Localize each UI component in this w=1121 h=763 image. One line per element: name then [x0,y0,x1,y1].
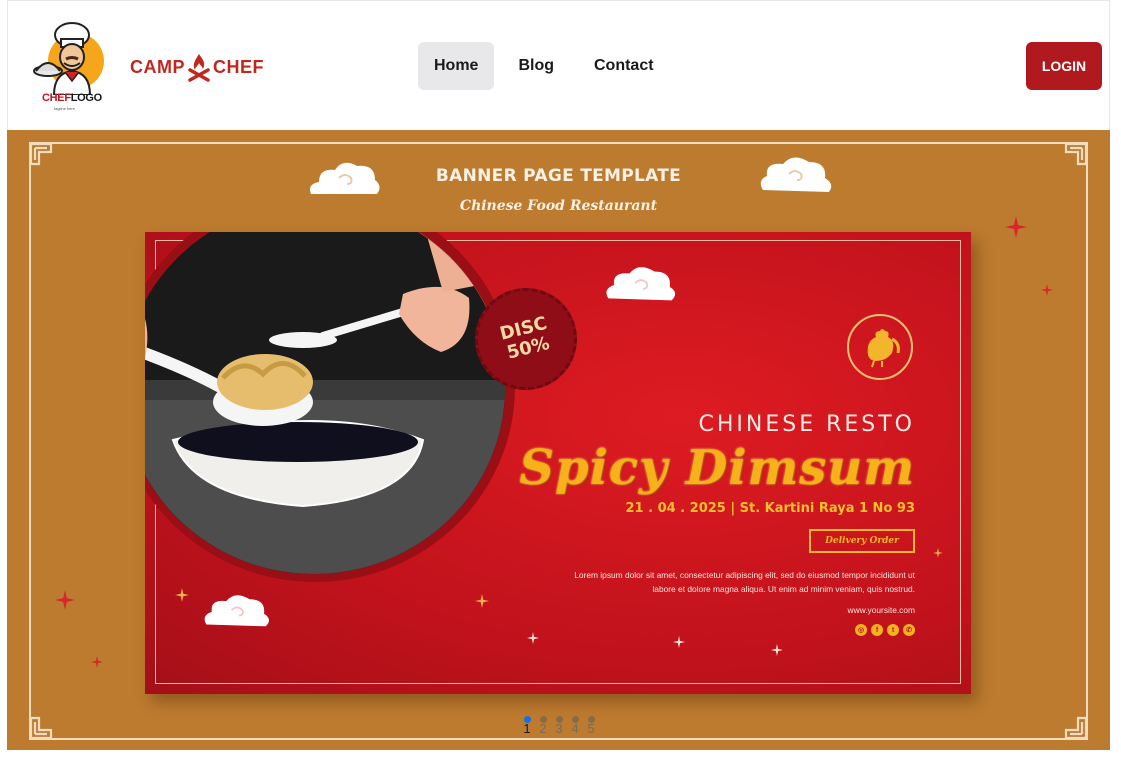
sparkle-icon [933,548,943,558]
chef-logo-tagline: tagline here [54,106,75,111]
camp-chef-logo[interactable]: CAMP CHEF [130,50,264,84]
chef-logo[interactable]: CHEFLOGO tagline here [32,19,112,111]
banner-title: BANNER PAGE TEMPLATE [435,166,682,186]
headline: Spicy Dimsum [519,440,915,496]
sparkle-icon [673,636,685,648]
sparkle-icon [527,632,539,644]
corner-ornament-icon [1064,142,1088,166]
main-nav: Home Blog Contact [418,42,670,90]
delivery-order-button[interactable]: Delivery Order [809,529,915,553]
website-link[interactable]: www.yoursite.com [848,605,915,615]
cloud-icon [606,267,676,301]
sparkle-icon [1041,284,1053,296]
nav-blog[interactable]: Blog [502,42,570,90]
instagram-icon[interactable]: ◎ [855,624,867,636]
sparkle-icon [1005,216,1027,238]
carousel-dot-number: 1 [523,721,531,736]
carousel-dot-4[interactable]: 4 [571,716,579,736]
sparkle-icon [175,588,189,602]
carousel-indicators: 1 2 3 4 5 [523,716,595,736]
corner-ornament-icon [29,142,53,166]
chef-logo-text: CHEFLOGO [42,92,102,104]
carousel-dot-number: 3 [555,721,563,736]
corner-ornament-icon [1064,716,1088,740]
social-icons: ◎ f t ✆ [855,624,915,636]
carousel-dot-number: 2 [539,721,547,736]
carousel-dot-1[interactable]: 1 [523,716,531,736]
chef-logo-word1: CHEF [42,92,71,104]
rooster-emblem [847,314,913,380]
camp-logo-word1: CAMP [130,56,185,77]
date-location: 21 . 04 . 2025 | St. Kartini Raya 1 No 9… [625,501,915,516]
site-header: CHEFLOGO tagline here CAMP CHEF Home Blo… [7,0,1110,130]
chef-mascot-icon [33,22,104,96]
promo-card[interactable]: DISC 50% CHINESE RESTO Spicy Dimsum 21 .… [145,232,971,694]
corner-ornament-icon [29,716,53,740]
sparkle-icon [475,594,489,608]
sparkle-icon [771,644,783,656]
camp-logo-word2: CHEF [213,56,264,77]
carousel-dot-3[interactable]: 3 [555,716,563,736]
twitter-icon[interactable]: t [887,624,899,636]
rooster-icon [867,329,900,368]
resto-label: CHINESE RESTO [698,412,915,437]
carousel-dot-number: 4 [571,721,579,736]
chef-logo-word2: LOGO [70,92,103,104]
page: CHEFLOGO tagline here CAMP CHEF Home Blo… [0,0,1121,763]
login-button[interactable]: LOGIN [1026,42,1102,90]
sparkle-icon [91,656,103,668]
sparkle-icon [55,590,75,610]
carousel-dot-5[interactable]: 5 [587,716,595,736]
cloud-icon [204,595,269,627]
banner-subtitle: Chinese Food Restaurant [459,198,658,214]
carousel-dot-number: 5 [587,721,595,736]
whatsapp-icon[interactable]: ✆ [903,624,915,636]
nav-home[interactable]: Home [418,42,495,90]
hero-banner-carousel[interactable]: BANNER PAGE TEMPLATE Chinese Food Restau… [7,130,1110,750]
carousel-dot-2[interactable]: 2 [539,716,547,736]
promo-description: Lorem ipsum dolor sit amet, consectetur … [574,570,915,594]
nav-contact[interactable]: Contact [578,42,670,90]
campfire-icon [188,54,210,82]
facebook-icon[interactable]: f [871,624,883,636]
